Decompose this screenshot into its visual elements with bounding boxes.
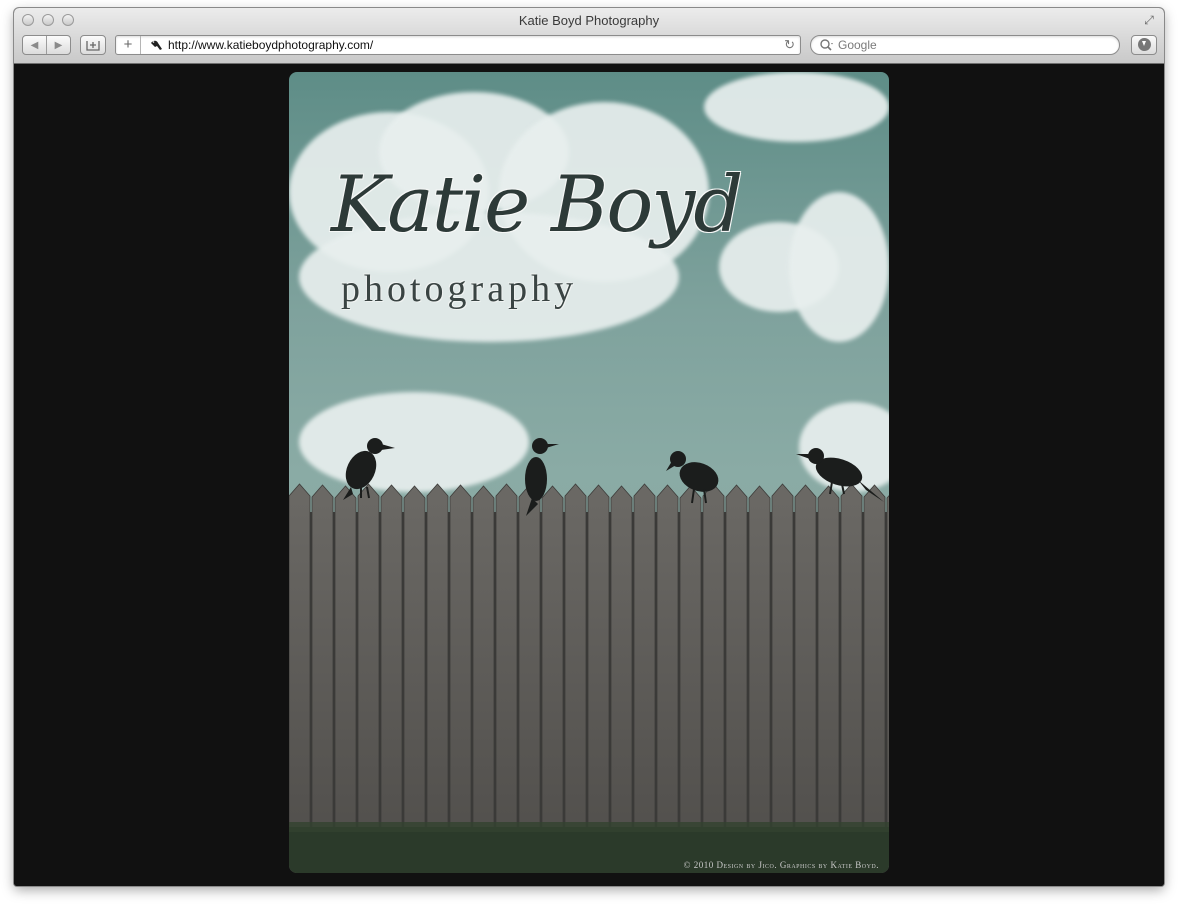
fence-picket xyxy=(311,484,334,873)
forward-button[interactable]: ▶ xyxy=(46,36,70,54)
fullscreen-icon[interactable]: ⤢ xyxy=(1142,13,1156,27)
cloud xyxy=(704,72,889,142)
cloud xyxy=(789,192,889,342)
fence-picket xyxy=(610,485,633,873)
browser-window: Katie Boyd Photography ⤢ ◀ ▶ + http://ww… xyxy=(14,8,1164,886)
logo-script-text: Katie Boyd xyxy=(331,160,743,250)
back-arrow-icon: ◀ xyxy=(30,39,39,51)
fence-picket xyxy=(748,485,771,873)
add-bookmark-icon xyxy=(81,36,105,54)
page-content: Katie Boyd photography © 2010 Design by … xyxy=(14,64,1164,886)
footer-credit: © 2010 Design by Jico. Graphics by Katie… xyxy=(683,860,879,870)
downloads-button[interactable] xyxy=(1131,35,1157,55)
fence-picket xyxy=(863,484,886,873)
title-bar: Katie Boyd Photography ⤢ ◀ ▶ + http://ww… xyxy=(14,8,1164,64)
hero-image: Katie Boyd photography © 2010 Design by … xyxy=(289,72,889,873)
fence-picket xyxy=(495,483,518,873)
logo-subtitle: photography xyxy=(341,268,578,310)
plus-icon[interactable]: + xyxy=(116,36,141,54)
search-placeholder: Google xyxy=(838,38,877,52)
cloud xyxy=(299,392,529,492)
fence-picket xyxy=(840,483,863,873)
fence-picket xyxy=(564,483,587,873)
fence-picket xyxy=(449,484,472,873)
fence-picket xyxy=(679,485,702,873)
fence-picket xyxy=(289,483,311,873)
crow-favicon-icon xyxy=(151,40,162,50)
crow xyxy=(666,451,719,504)
back-forward-buttons: ◀ ▶ xyxy=(22,35,71,55)
address-bar[interactable]: + http://www.katieboydphotography.com/ ↻ xyxy=(115,35,801,55)
fence-picket xyxy=(725,484,748,873)
picket-fence xyxy=(289,483,889,873)
window-title: Katie Boyd Photography xyxy=(518,13,660,28)
fence-picket xyxy=(656,484,679,873)
fence-picket xyxy=(817,485,840,873)
search-field[interactable]: Google xyxy=(810,35,1120,55)
fence-picket xyxy=(357,483,380,873)
search-icon xyxy=(820,39,833,51)
fence-picket xyxy=(472,485,495,873)
url-text: http://www.katieboydphotography.com/ xyxy=(168,38,374,52)
fence-picket xyxy=(633,483,656,873)
fence-picket xyxy=(886,495,889,873)
crow xyxy=(796,448,884,502)
fence-picket xyxy=(541,485,564,873)
fence-picket xyxy=(426,483,449,873)
crow xyxy=(525,438,559,516)
fence-picket xyxy=(403,485,426,873)
fence-picket xyxy=(702,483,725,873)
fence-picket xyxy=(518,484,541,873)
forward-arrow-icon: ▶ xyxy=(54,39,63,51)
fence-picket xyxy=(334,485,357,873)
fence-picket xyxy=(380,484,403,873)
back-button[interactable]: ◀ xyxy=(23,36,46,54)
download-icon xyxy=(1138,38,1151,51)
crow xyxy=(343,438,395,500)
reload-icon[interactable]: ↻ xyxy=(784,37,795,53)
fence-picket xyxy=(794,484,817,873)
add-bookmark-button[interactable] xyxy=(80,35,106,55)
fence-picket xyxy=(587,484,610,873)
fence-picket xyxy=(771,483,794,873)
